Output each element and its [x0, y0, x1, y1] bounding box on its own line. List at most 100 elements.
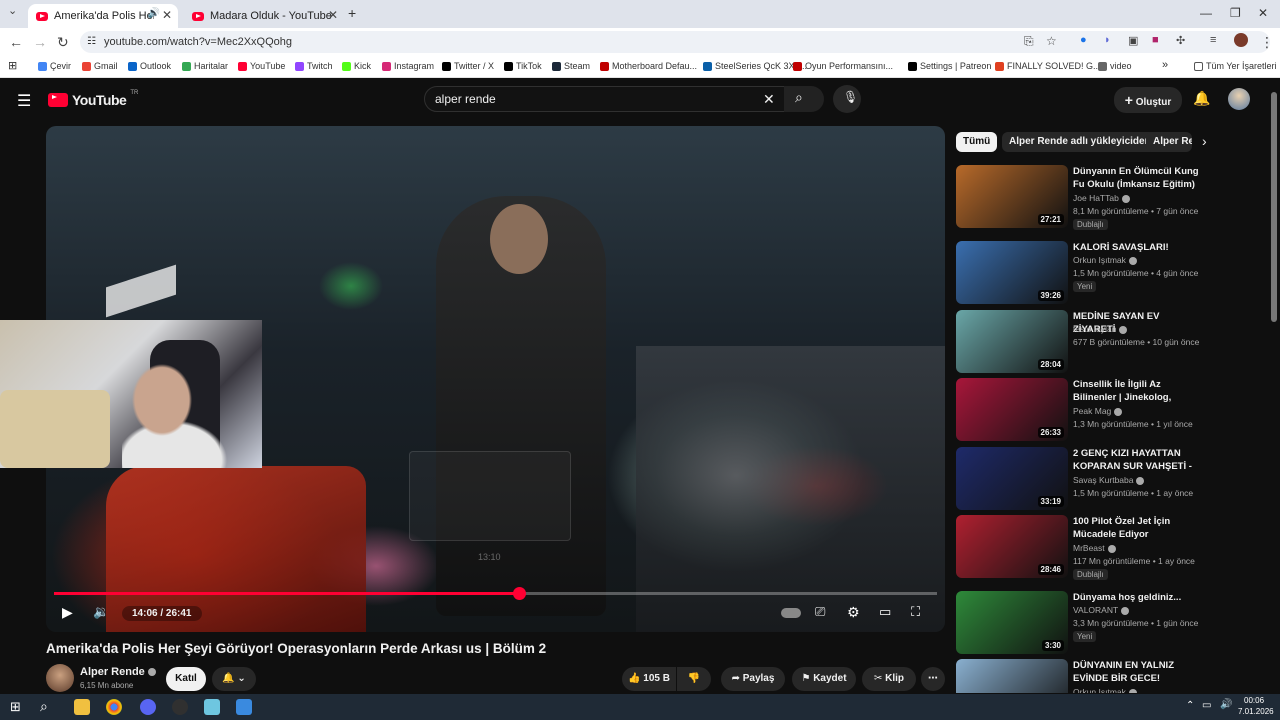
chrome-icon[interactable]	[106, 699, 122, 715]
recommendation-channel[interactable]: Joe HaTTab	[1073, 193, 1130, 203]
recommendation-thumbnail[interactable]: 27:21	[956, 165, 1068, 228]
bookmark-item[interactable]: YouTube	[238, 61, 285, 71]
channel-avatar[interactable]	[46, 664, 74, 692]
recommendation-title[interactable]: Dünyama hoş geldiniz...	[1073, 591, 1201, 604]
taskbar-search-icon[interactable]: ⌕	[40, 698, 48, 715]
bookmark-item[interactable]: Outlook	[128, 61, 171, 71]
recommendation-thumbnail[interactable]	[956, 659, 1068, 693]
site-info-icon[interactable]: ☷	[87, 31, 96, 53]
bookmark-item[interactable]: Twitter / X	[442, 61, 494, 71]
bookmark-item[interactable]: SteelSeries QcK 3XL...	[703, 61, 807, 71]
share-button[interactable]: ➦ Paylaş	[721, 667, 785, 691]
close-tab-icon[interactable]: ✕	[328, 8, 338, 22]
more-vertical-icon[interactable]: ⋮	[1214, 311, 1216, 325]
recommendation-item[interactable]: 39:26 KALORİ SAVAŞLARI! Orkun Işıtmak 1,5 M…	[956, 241, 1216, 307]
bookmark-item[interactable]: Oyun Performansını...	[793, 61, 893, 71]
file-explorer-icon[interactable]	[74, 699, 90, 715]
recommendation-title[interactable]: Cinsellik İle İlgili Az Bilinenler | Jin…	[1073, 378, 1201, 404]
page-scrollbar[interactable]	[1271, 92, 1277, 322]
save-button[interactable]: ⚑ Kaydet	[792, 667, 856, 691]
all-bookmarks-folder[interactable]: Tüm Yer İşaretleri	[1194, 61, 1277, 71]
chip-uploader[interactable]: Alper Rende adlı yükleyiciden	[1002, 132, 1158, 152]
tab-2[interactable]: Madara Olduk - YouTube ✕	[184, 4, 344, 28]
hamburger-menu-icon[interactable]: ☰	[17, 91, 31, 111]
chip-all[interactable]: Tümü	[956, 132, 998, 152]
install-icon[interactable]: ⎘	[1024, 34, 1034, 49]
clock-time[interactable]: 00:06	[1244, 696, 1264, 705]
chip-alper[interactable]: Alper Re	[1146, 132, 1192, 152]
more-vertical-icon[interactable]: ⋮	[1214, 516, 1216, 530]
recommendation-title[interactable]: 100 Pilot Özel Jet İçin Mücadele Ediyor	[1073, 515, 1201, 541]
more-vertical-icon[interactable]: ⋮	[1214, 242, 1216, 256]
recommendation-item[interactable]: 28:04 MEDİNE SAYAN EV ZİYARETİ testo tayla…	[956, 310, 1216, 376]
clip-button[interactable]: ✂ Klip	[862, 667, 916, 691]
recommendation-channel[interactable]: Savaş Kurtbaba	[1073, 475, 1145, 485]
dislike-button[interactable]: 👎	[677, 667, 711, 691]
search-button[interactable]: ⌕	[784, 86, 824, 112]
bookmark-item[interactable]: Haritalar	[182, 61, 228, 71]
clock-date[interactable]: 7.01.2026	[1238, 707, 1274, 716]
more-vertical-icon[interactable]: ⋮	[1214, 379, 1216, 393]
profile-avatar[interactable]	[1234, 33, 1248, 47]
recommendation-channel[interactable]: Peak Mag	[1073, 406, 1123, 416]
recommendation-title[interactable]: Dünyanın En Ölümcül Kung Fu Okulu (İmkan…	[1073, 165, 1201, 191]
tab-search-icon[interactable]: ⌄	[8, 4, 17, 17]
play-icon[interactable]: ▶	[62, 604, 73, 621]
more-vertical-icon[interactable]: ⋮	[1214, 166, 1216, 180]
chevron-right-icon[interactable]: ›	[1202, 133, 1207, 149]
recommendation-thumbnail[interactable]: 39:26	[956, 241, 1068, 304]
extension-icon[interactable]: ▣	[1128, 34, 1138, 47]
channel-name[interactable]: Alper Rende	[80, 666, 156, 678]
windows-start-icon[interactable]: ⊞	[10, 699, 21, 715]
extension-icon[interactable]: ●	[1080, 34, 1087, 46]
bookmark-item[interactable]: Settings | Patreon	[908, 61, 991, 71]
window-close-icon[interactable]: ✕	[1258, 6, 1268, 20]
bookmark-item[interactable]: Motherboard Defau...	[600, 61, 697, 71]
bookmark-item[interactable]: Steam	[552, 61, 590, 71]
minimize-icon[interactable]: —	[1200, 6, 1212, 20]
app-icon[interactable]	[236, 699, 252, 715]
subscribe-bell-button[interactable]: 🔔 ⌄	[212, 667, 256, 691]
recommendation-item[interactable]: 33:19 2 GENÇ KIZI HAYATTAN KOPARAN SUR VA…	[956, 447, 1216, 513]
recommendation-item[interactable]: 28:46 100 Pilot Özel Jet İçin Mücadele Ed…	[956, 515, 1216, 581]
recommendation-thumbnail[interactable]: 28:46	[956, 515, 1068, 578]
extensions-puzzle-icon[interactable]: ✣	[1176, 34, 1185, 47]
recommendation-thumbnail[interactable]: 28:04	[956, 310, 1068, 373]
search-input[interactable]: alper rende ✕	[424, 86, 792, 112]
recommendation-item[interactable]: DÜNYANIN EN YALNIZ EVİNDE BİR GECE! Orkun…	[956, 659, 1216, 693]
extension-icon[interactable]: ◗	[1104, 34, 1111, 46]
discord-icon[interactable]	[140, 699, 156, 715]
extension-icon[interactable]: ■	[1152, 34, 1159, 46]
recommendation-item[interactable]: 26:33 Cinsellik İle İlgili Az Bilinenler …	[956, 378, 1216, 444]
volume-tray-icon[interactable]: 🔊	[1220, 699, 1232, 710]
clear-search-icon[interactable]: ✕	[763, 87, 775, 112]
bookmark-item[interactable]: Instagram	[382, 61, 434, 71]
voice-search-button[interactable]: 🎙	[833, 85, 861, 113]
recommendation-title[interactable]: DÜNYANIN EN YALNIZ EVİNDE BİR GECE!	[1073, 659, 1201, 685]
settings-gear-icon[interactable]: ⚙	[847, 604, 860, 621]
forward-icon[interactable]: →	[33, 34, 47, 50]
recommendation-thumbnail[interactable]: 26:33	[956, 378, 1068, 441]
recommendation-thumbnail[interactable]: 3:30	[956, 591, 1068, 654]
notifications-bell-icon[interactable]: 🔔	[1193, 90, 1210, 107]
progress-scrubber[interactable]	[513, 587, 526, 600]
speaker-icon[interactable]: 🔊	[148, 8, 160, 19]
bookmark-item[interactable]: TikTok	[504, 61, 542, 71]
autoplay-toggle[interactable]	[781, 608, 801, 618]
recommendation-thumbnail[interactable]: 33:19	[956, 447, 1068, 510]
join-button[interactable]: Katıl	[166, 667, 206, 691]
network-icon[interactable]: ▭	[1202, 700, 1211, 711]
recommendation-channel[interactable]: testo taylan	[1073, 324, 1128, 334]
recommendation-title[interactable]: KALORİ SAVAŞLARI!	[1073, 241, 1201, 254]
restore-icon[interactable]: ❐	[1230, 6, 1241, 20]
recommendation-channel[interactable]: Orkun Işıtmak	[1073, 255, 1137, 265]
create-button[interactable]: + Oluştur	[1114, 87, 1182, 113]
tray-chevron-icon[interactable]: ⌃	[1186, 700, 1194, 711]
bookmark-star-icon[interactable]: ☆	[1046, 34, 1057, 48]
bookmark-item[interactable]: FINALLY SOLVED! G...	[995, 61, 1101, 71]
recommendation-item[interactable]: 27:21 Dünyanın En Ölümcül Kung Fu Okulu (…	[956, 165, 1216, 231]
bookmark-item[interactable]: Çevir	[38, 61, 71, 71]
url-field[interactable]: ☷ youtube.com/watch?v=Mec2XxQQohg	[80, 31, 1270, 53]
browser-menu-icon[interactable]: ⋮	[1260, 34, 1274, 51]
theater-mode-icon[interactable]: ▭	[879, 604, 891, 620]
